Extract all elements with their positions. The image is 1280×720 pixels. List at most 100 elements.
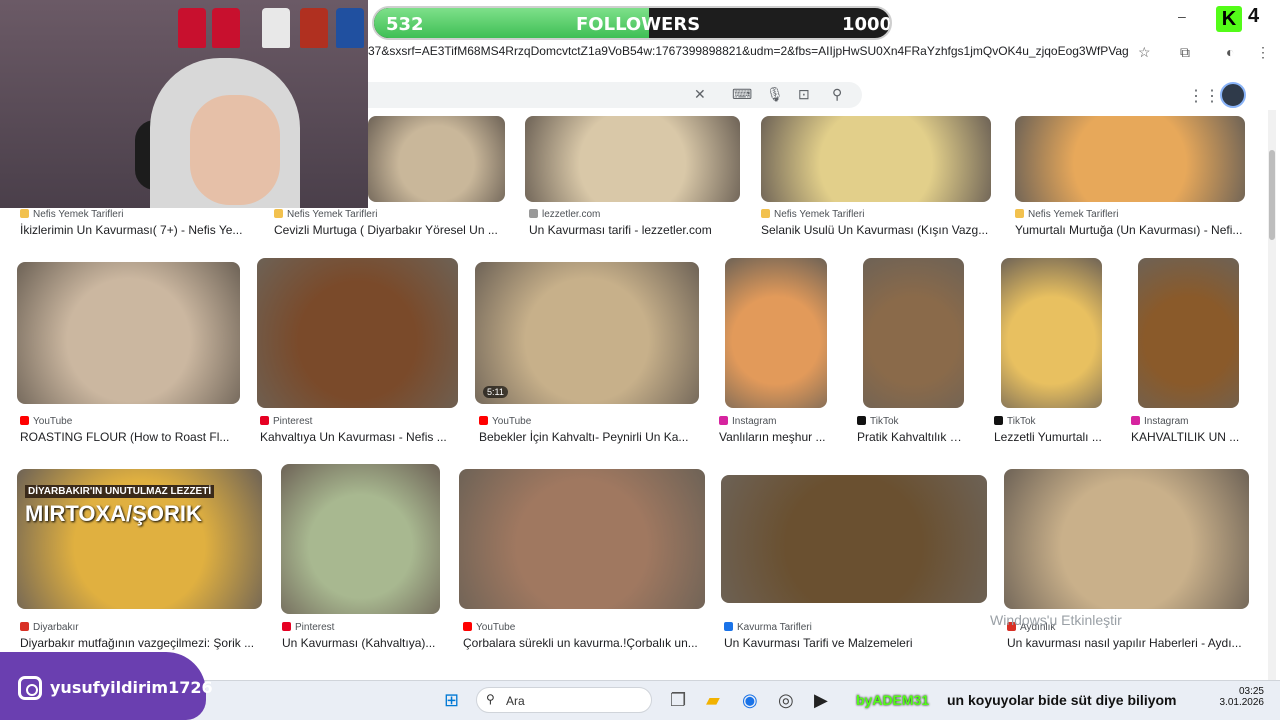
search-input[interactable] bbox=[368, 82, 862, 108]
result-thumbnail[interactable] bbox=[281, 464, 440, 614]
system-clock: 03:25 3.01.2026 bbox=[1212, 686, 1265, 708]
result-source[interactable]: Pinterest bbox=[260, 416, 312, 427]
search-icon[interactable]: ⚲ bbox=[832, 86, 842, 103]
result-thumbnail[interactable] bbox=[1001, 258, 1102, 408]
result-thumbnail[interactable] bbox=[721, 475, 987, 603]
result-title[interactable]: Lezzetli Yumurtalı ... bbox=[994, 430, 1104, 444]
obs-icon[interactable]: ◎ bbox=[778, 690, 794, 711]
result-source[interactable]: Instagram bbox=[719, 416, 776, 427]
bookmark-star-icon[interactable]: ☆ bbox=[1138, 44, 1151, 61]
keyboard-icon[interactable]: ⌨ bbox=[732, 86, 752, 103]
result-source[interactable]: Instagram bbox=[1131, 416, 1188, 427]
result-title[interactable]: ROASTING FLOUR (How to Roast Fl... bbox=[20, 430, 238, 444]
result-source[interactable]: Kavurma Tarifleri bbox=[724, 622, 812, 633]
source-favicon-icon bbox=[529, 209, 538, 218]
source-favicon-icon bbox=[463, 622, 472, 631]
result-title[interactable]: Selanik Usulü Un Kavurması (Kışın Vazg..… bbox=[761, 223, 993, 237]
result-thumbnail[interactable] bbox=[863, 258, 964, 408]
result-thumbnail[interactable] bbox=[17, 262, 240, 404]
result-title[interactable]: Un Kavurması tarifi - lezzetler.com bbox=[529, 223, 749, 237]
result-source[interactable]: lezzetler.com bbox=[529, 209, 600, 220]
result-source-name: YouTube bbox=[33, 416, 73, 427]
result-source[interactable]: Nefis Yemek Tarifleri bbox=[274, 209, 377, 220]
result-source[interactable]: Nefis Yemek Tarifleri bbox=[1015, 209, 1118, 220]
result-title[interactable]: Diyarbakır mutfağının vazgeçilmezi: Şori… bbox=[20, 636, 260, 650]
result-title[interactable]: Yumurtalı Murtuğa (Un Kavurması) - Nefi.… bbox=[1015, 223, 1247, 237]
result-source[interactable]: Nefis Yemek Tarifleri bbox=[20, 209, 123, 220]
source-favicon-icon bbox=[274, 209, 283, 218]
result-title[interactable]: KAHVALTILIK UN ... bbox=[1131, 430, 1243, 444]
result-title[interactable]: Un Kavurması (Kahvaltıya)... bbox=[282, 636, 442, 650]
scrollbar[interactable] bbox=[1268, 110, 1276, 680]
menu-icon[interactable]: ⋮ bbox=[1256, 44, 1270, 61]
jersey-decoration bbox=[262, 8, 290, 48]
webcam-overlay bbox=[0, 0, 368, 208]
chrome-icon[interactable]: ◉ bbox=[742, 690, 758, 711]
result-thumbnail[interactable] bbox=[725, 258, 827, 408]
result-thumbnail[interactable] bbox=[257, 258, 458, 408]
account-avatar[interactable] bbox=[1220, 82, 1246, 108]
result-source-name: Nefis Yemek Tarifleri bbox=[774, 209, 865, 220]
taskbar-search-box[interactable] bbox=[476, 687, 652, 713]
result-source[interactable]: Nefis Yemek Tarifleri bbox=[761, 209, 864, 220]
result-source-name: Instagram bbox=[732, 416, 777, 427]
result-source-name: Pinterest bbox=[273, 416, 313, 427]
clock-time: 03:25 bbox=[1238, 686, 1264, 697]
result-thumbnail[interactable] bbox=[1015, 116, 1245, 202]
jersey-decoration bbox=[212, 8, 240, 48]
result-title[interactable]: Pratik Kahvaltılık U... bbox=[857, 430, 967, 444]
source-favicon-icon bbox=[20, 622, 29, 631]
minimize-icon[interactable]: – bbox=[1178, 8, 1186, 24]
result-source[interactable]: TikTok bbox=[994, 416, 1036, 427]
streamer-face-image bbox=[190, 95, 280, 205]
microphone-icon[interactable]: 🎙 bbox=[766, 86, 784, 103]
result-source-name: Kavurma Tarifleri bbox=[737, 622, 812, 633]
result-source-name: Instagram bbox=[1144, 416, 1189, 427]
video-duration-badge: 5:11 bbox=[483, 386, 508, 398]
instagram-icon bbox=[18, 676, 42, 700]
scrollbar-thumb[interactable] bbox=[1269, 150, 1275, 240]
jersey-decoration bbox=[336, 8, 364, 48]
result-thumbnail[interactable] bbox=[1004, 469, 1249, 609]
result-title[interactable]: Un kavurması nasıl yapılır Haberleri - A… bbox=[1007, 636, 1247, 650]
result-source[interactable]: YouTube bbox=[20, 416, 72, 427]
result-thumbnail[interactable] bbox=[459, 469, 705, 609]
file-explorer-icon[interactable]: ▰ bbox=[706, 690, 720, 711]
source-favicon-icon bbox=[719, 416, 728, 425]
result-source[interactable]: YouTube bbox=[479, 416, 531, 427]
follower-label: FOLLOWERS bbox=[576, 14, 701, 35]
result-title[interactable]: Un Kavurması Tarifi ve Malzemeleri bbox=[724, 636, 974, 650]
source-favicon-icon bbox=[994, 416, 1003, 425]
address-bar[interactable]: 37&sxsrf=AE3TifM68MS4RrzqDomcvtctZ1a9VoB… bbox=[368, 44, 1128, 64]
result-title[interactable]: Kahvaltıya Un Kavurması - Nefis ... bbox=[260, 430, 456, 444]
camera-search-icon[interactable]: ⊡ bbox=[798, 86, 810, 103]
media-player-icon[interactable]: ▶ bbox=[814, 690, 828, 711]
result-title[interactable]: Bebekler İçin Kahvaltı- Peynirli Un Ka..… bbox=[479, 430, 695, 444]
result-thumbnail[interactable] bbox=[1138, 258, 1239, 408]
source-favicon-icon bbox=[20, 209, 29, 218]
result-thumbnail[interactable] bbox=[525, 116, 740, 202]
result-source[interactable]: TikTok bbox=[857, 416, 899, 427]
clear-icon[interactable]: ✕ bbox=[694, 86, 706, 103]
result-source[interactable]: Diyarbakır bbox=[20, 622, 79, 633]
profile-icon[interactable]: ◐ bbox=[1226, 44, 1234, 60]
result-thumbnail[interactable]: DİYARBAKIR'IN UNUTULMAZ LEZZETİ MIRTOXA/Ş… bbox=[17, 469, 262, 609]
result-source[interactable]: YouTube bbox=[463, 622, 515, 633]
social-handle-text: yusufyildirim1726 bbox=[50, 678, 213, 697]
extensions-icon[interactable]: ⧉ bbox=[1180, 44, 1190, 61]
clock-date: 3.01.2026 bbox=[1219, 697, 1265, 708]
result-title[interactable]: Çorbalara sürekli un kavurma.!Çorbalık u… bbox=[463, 636, 703, 650]
result-thumbnail[interactable] bbox=[761, 116, 991, 202]
result-title[interactable]: Vanlıların meşhur ... bbox=[719, 430, 829, 444]
source-favicon-icon bbox=[857, 416, 866, 425]
result-title[interactable]: İkizlerimin Un Kavurması( 7+) - Nefis Ye… bbox=[20, 223, 248, 237]
social-handle-overlay: yusufyildirim1726 bbox=[0, 652, 213, 720]
task-view-icon[interactable]: ❐ bbox=[670, 690, 686, 711]
result-source-name: Pinterest bbox=[295, 622, 335, 633]
follower-goal: 1000 bbox=[842, 14, 892, 35]
result-thumbnail[interactable]: 5:11 bbox=[475, 262, 699, 404]
result-thumbnail[interactable] bbox=[368, 116, 505, 202]
result-title[interactable]: Cevizli Murtuga ( Diyarbakır Yöresel Un … bbox=[274, 223, 504, 237]
windows-start-icon[interactable]: ⊞ bbox=[444, 690, 459, 711]
result-source[interactable]: Pinterest bbox=[282, 622, 334, 633]
